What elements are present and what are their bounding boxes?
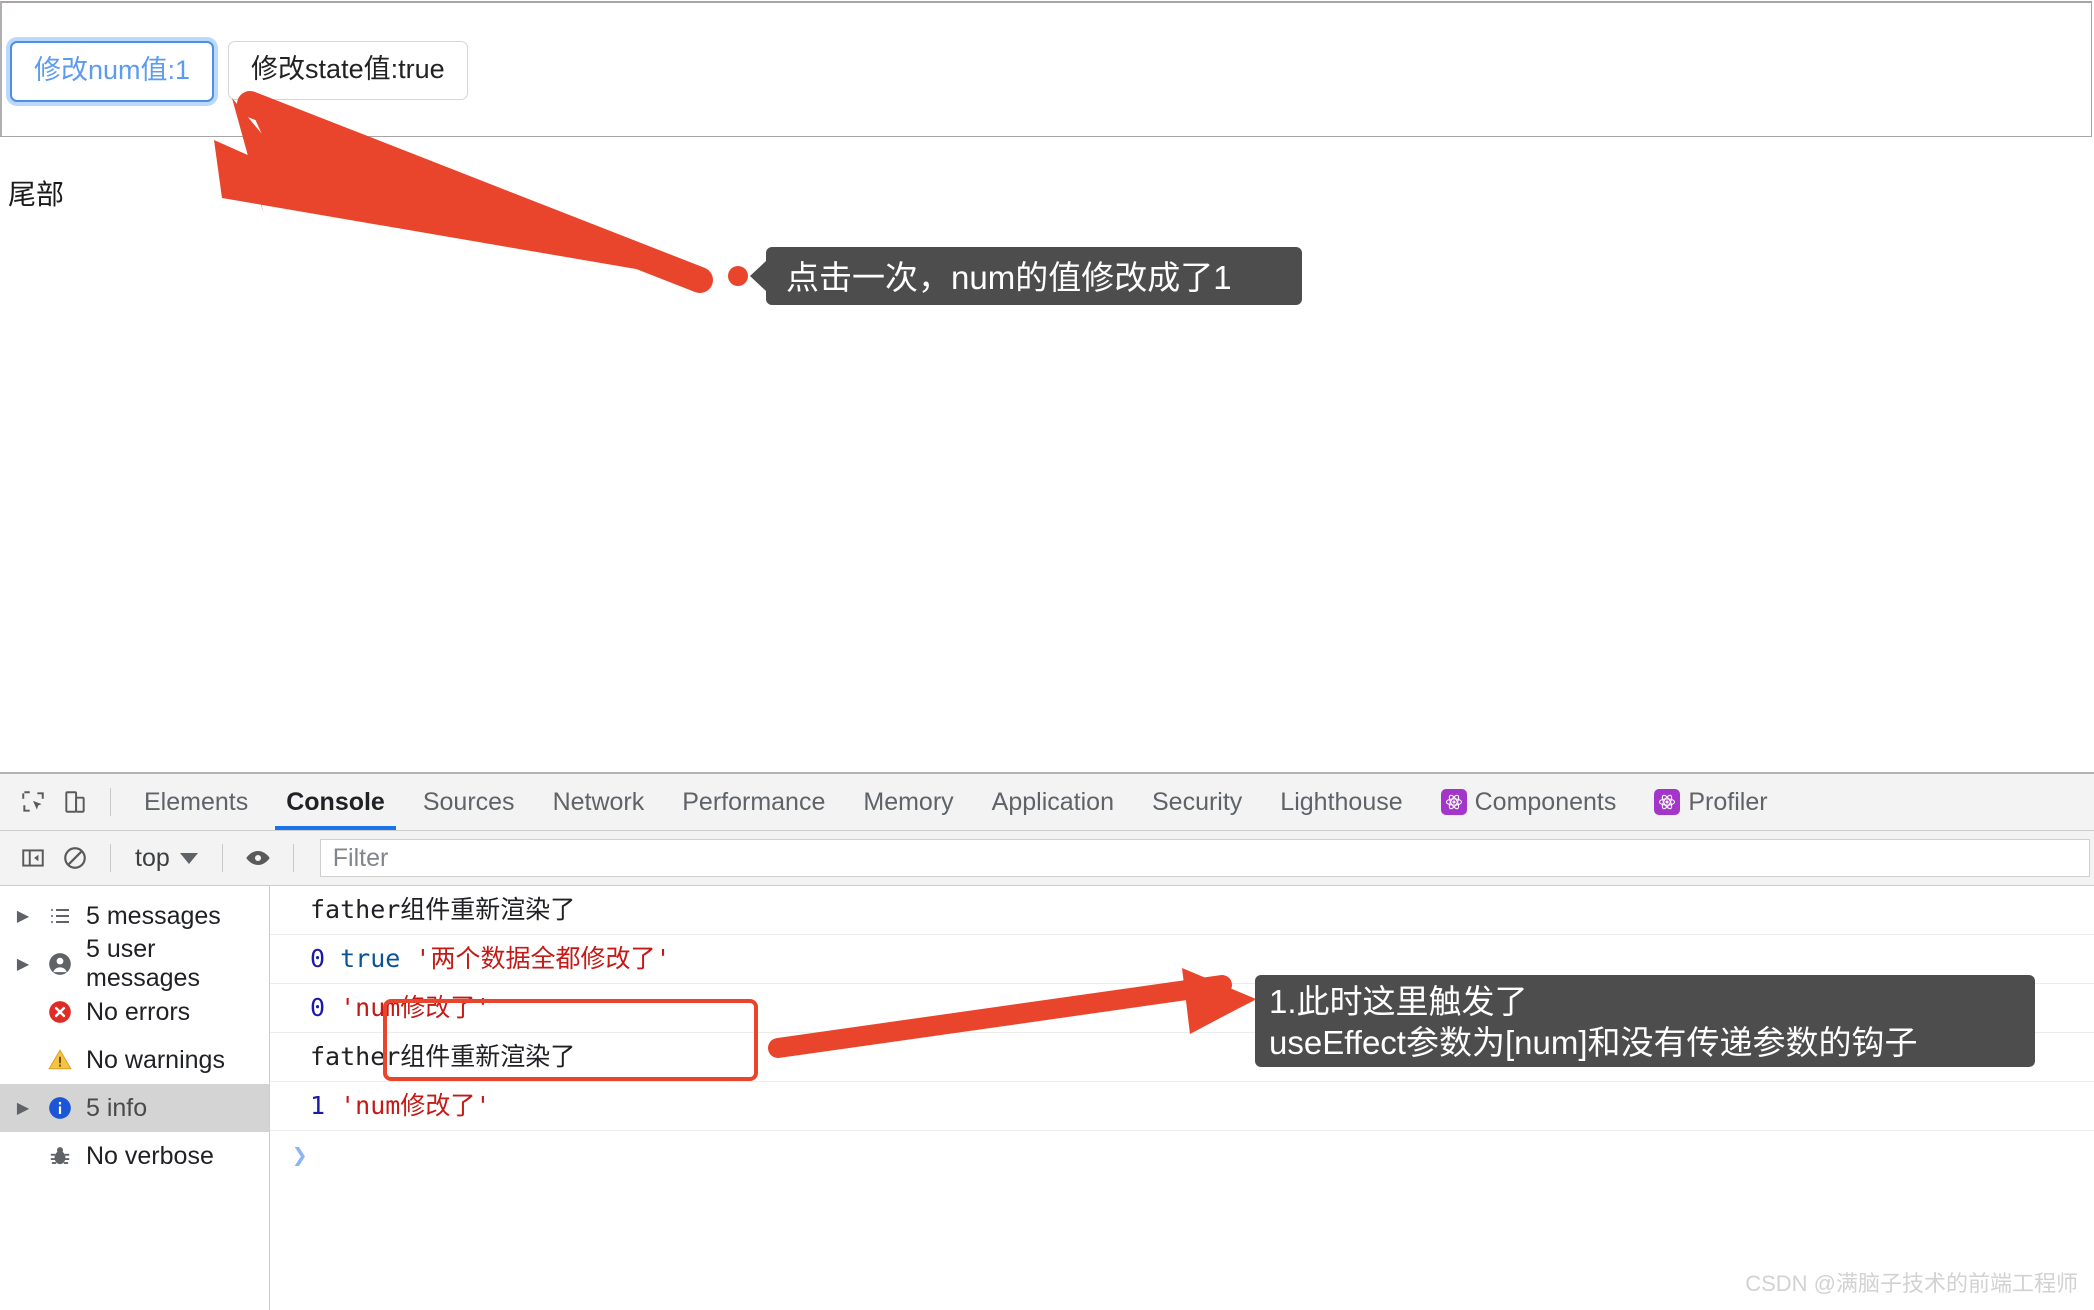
callout-line-2: useEffect参数为[num]和没有传递参数的钩子 [1269, 1024, 1918, 1062]
tab-label: Components [1474, 788, 1617, 816]
tab-performance[interactable]: Performance [663, 774, 844, 830]
sidebar-item-label: No warnings [86, 1045, 225, 1074]
console-filter-bar: top [0, 831, 2094, 886]
list-icon [44, 904, 76, 928]
tab-label: Performance [682, 788, 826, 816]
sidebar-item-label: 5 info [86, 1093, 148, 1122]
tab-label: Console [286, 788, 385, 816]
log-token: 'num修改了' [340, 1091, 491, 1120]
web-page-viewport: 修改num值:1 修改state值:true 尾部 [0, 0, 2094, 772]
sidebar-item-warnings[interactable]: No warnings [0, 1036, 269, 1084]
console-body: ▶ 5 messages ▶ 5 user messages No errors… [0, 886, 2094, 1310]
tab-security[interactable]: Security [1133, 774, 1261, 830]
tab-label: Memory [863, 788, 954, 816]
sidebar-item-errors[interactable]: No errors [0, 988, 269, 1036]
filterbar-divider-3 [292, 844, 294, 872]
react-icon [1440, 789, 1467, 815]
log-token: 0 [310, 944, 326, 973]
watermark: CSDN @满脑子技术的前端工程师 [1745, 1271, 2078, 1296]
tab-label: Lighthouse [1280, 788, 1403, 816]
devtools-tabbar: Elements Console Sources Network Perform… [0, 774, 2094, 831]
inspect-element-icon[interactable] [12, 781, 54, 823]
log-token: 'num修改了' [340, 993, 491, 1022]
tab-console[interactable]: Console [267, 774, 404, 830]
tab-profiler[interactable]: Profiler [1635, 774, 1786, 830]
console-filter-input[interactable] [319, 839, 2090, 877]
tab-lighthouse[interactable]: Lighthouse [1261, 774, 1421, 830]
sidebar-item-user-messages[interactable]: ▶ 5 user messages [0, 935, 269, 992]
sidebar-item-label: 5 messages [86, 901, 221, 930]
tab-elements[interactable]: Elements [125, 774, 267, 830]
log-token: father组件重新渲染了 [310, 895, 576, 924]
sidebar-item-verbose[interactable]: No verbose [0, 1132, 269, 1180]
log-token: father组件重新渲染了 [310, 1042, 576, 1071]
annotation-callout-top: 点击一次，num的值修改成了1 [766, 247, 1302, 305]
tab-label: Security [1151, 788, 1243, 816]
tab-memory[interactable]: Memory [844, 774, 972, 830]
sidebar-item-label: No errors [86, 997, 191, 1026]
tab-label: Application [991, 788, 1114, 816]
console-sidebar: ▶ 5 messages ▶ 5 user messages No errors… [0, 886, 270, 1310]
chevron-down-icon [179, 852, 198, 864]
modify-num-button[interactable]: 修改num值:1 [10, 41, 215, 102]
tab-application[interactable]: Application [973, 774, 1133, 830]
filterbar-divider-1 [110, 844, 111, 872]
tab-label: Elements [144, 788, 249, 816]
callout-text: 点击一次，num的值修改成了1 [786, 259, 1232, 296]
console-prompt[interactable]: ❯ [270, 1131, 2094, 1171]
console-message-row[interactable]: 1 'num修改了' [270, 1082, 2094, 1131]
tab-label: Sources [422, 788, 515, 816]
modify-state-button[interactable]: 修改state值:true [228, 41, 468, 100]
console-message-row[interactable]: father组件重新渲染了 [270, 886, 2094, 935]
info-icon [44, 1095, 76, 1121]
prompt-chevron-icon: ❯ [292, 1141, 308, 1171]
tab-components[interactable]: Components [1422, 774, 1636, 830]
sidebar-item-info[interactable]: ▶ 5 info [0, 1084, 269, 1132]
toolbar-divider [110, 788, 111, 816]
log-token: 0 [310, 993, 326, 1022]
clear-console-icon[interactable] [54, 837, 96, 879]
callout-line-1: 1.此时这里触发了 [1269, 983, 1528, 1020]
tail-label: 尾部 [8, 179, 65, 210]
react-icon [1654, 789, 1681, 815]
chevron-right-icon[interactable]: ▶ [12, 906, 34, 926]
error-icon [44, 999, 76, 1025]
annotation-callout-bottom: 1.此时这里触发了 useEffect参数为[num]和没有传递参数的钩子 了 [1255, 975, 2035, 1067]
callout-line-3: 了 [1269, 1064, 2021, 1068]
annotation-dot [728, 266, 748, 286]
log-token: '两个数据全都修改了' [415, 944, 671, 973]
user-icon [44, 951, 76, 977]
button-row: 修改num值:1 修改state值:true [10, 41, 468, 102]
console-sidebar-toggle-icon[interactable] [12, 837, 54, 879]
log-token: true [340, 944, 401, 973]
button-panel: 修改num值:1 修改state值:true [0, 1, 2092, 137]
chevron-right-icon[interactable]: ▶ [12, 1098, 34, 1118]
tab-label: Network [552, 788, 645, 816]
bug-icon [44, 1143, 76, 1169]
tab-label: Profiler [1688, 788, 1768, 816]
tab-sources[interactable]: Sources [404, 774, 534, 830]
filterbar-divider-2 [221, 844, 223, 872]
sidebar-item-label: 5 user messages [86, 935, 200, 992]
execution-context-label: top [135, 843, 170, 872]
tab-network[interactable]: Network [534, 774, 664, 830]
warning-icon [44, 1047, 76, 1073]
chevron-right-icon[interactable]: ▶ [12, 954, 34, 974]
execution-context-select[interactable]: top [125, 844, 208, 873]
sidebar-item-label: No verbose [86, 1141, 214, 1170]
live-expression-eye-icon[interactable] [237, 837, 279, 879]
log-token: 1 [310, 1091, 326, 1120]
device-toolbar-icon[interactable] [54, 781, 96, 823]
sidebar-item-messages[interactable]: ▶ 5 messages [0, 892, 269, 940]
console-message-list: father组件重新渲染了 0 true '两个数据全都修改了' 0 'num修… [270, 886, 2094, 1310]
